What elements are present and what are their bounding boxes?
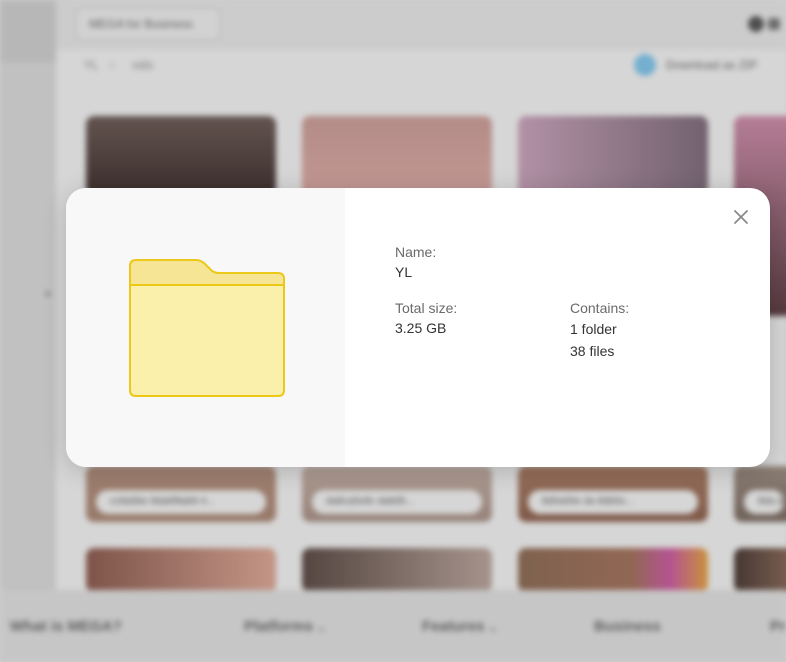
contains-files-value: 38 files — [570, 343, 615, 359]
contains-folders-value: 1 folder — [570, 321, 617, 337]
contains-label: Contains: — [570, 300, 630, 316]
close-icon[interactable] — [730, 206, 752, 228]
folder-info-dialog: Name: YL Total size: 3.25 GB Contains: 1… — [66, 188, 770, 467]
folder-icon — [129, 259, 285, 397]
total-size-label: Total size: — [395, 300, 458, 316]
name-label: Name: — [395, 244, 437, 260]
name-value: YL — [395, 264, 413, 280]
total-size-value: 3.25 GB — [395, 320, 447, 336]
dialog-preview-panel — [66, 188, 345, 467]
